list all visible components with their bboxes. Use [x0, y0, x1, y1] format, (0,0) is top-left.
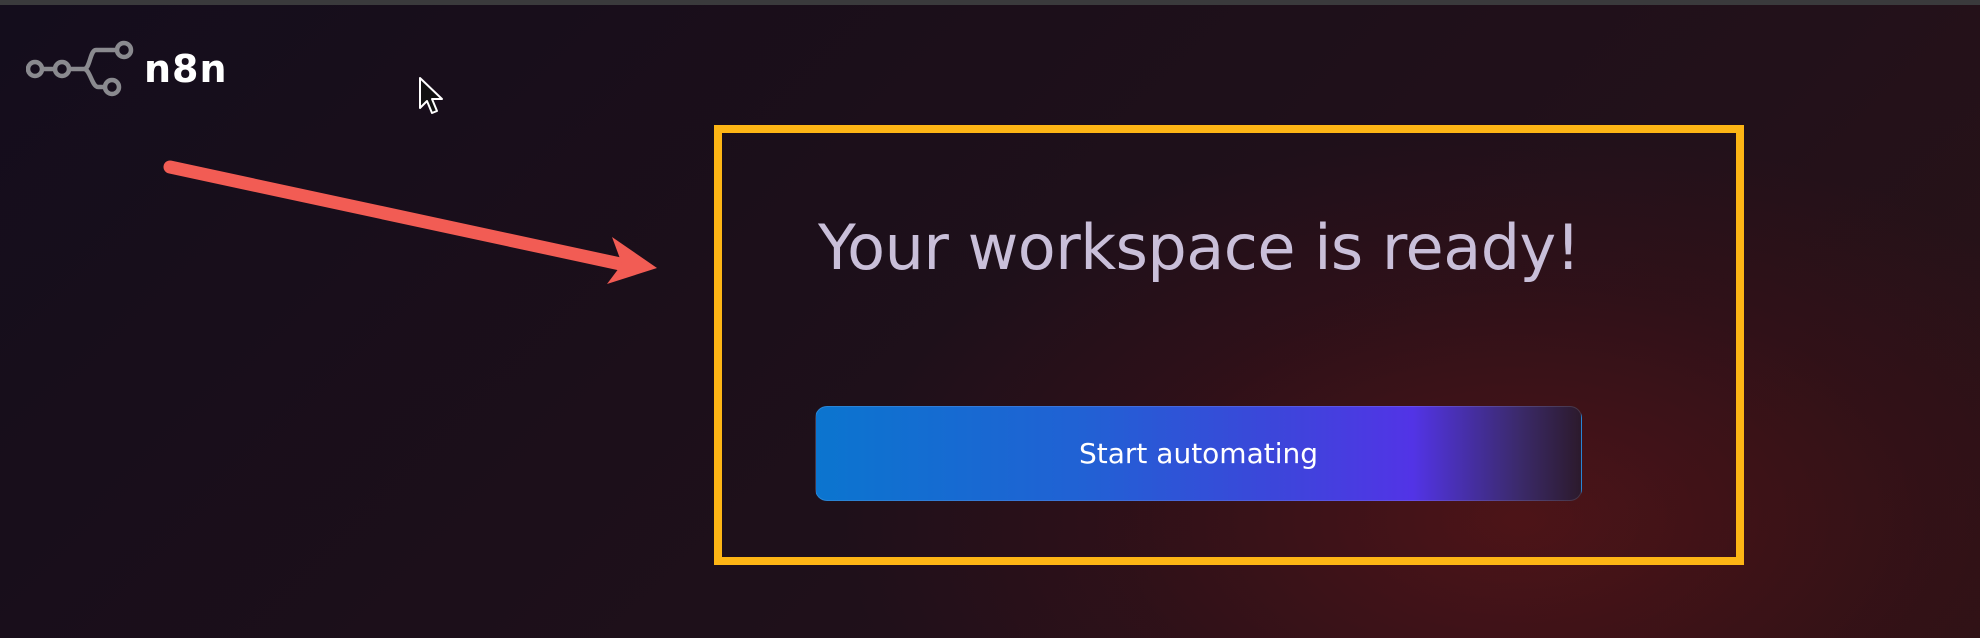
- start-automating-button[interactable]: Start automating: [815, 406, 1582, 501]
- page-title: Your workspace is ready!: [818, 211, 1581, 284]
- red-pointer-arrow: [163, 160, 657, 284]
